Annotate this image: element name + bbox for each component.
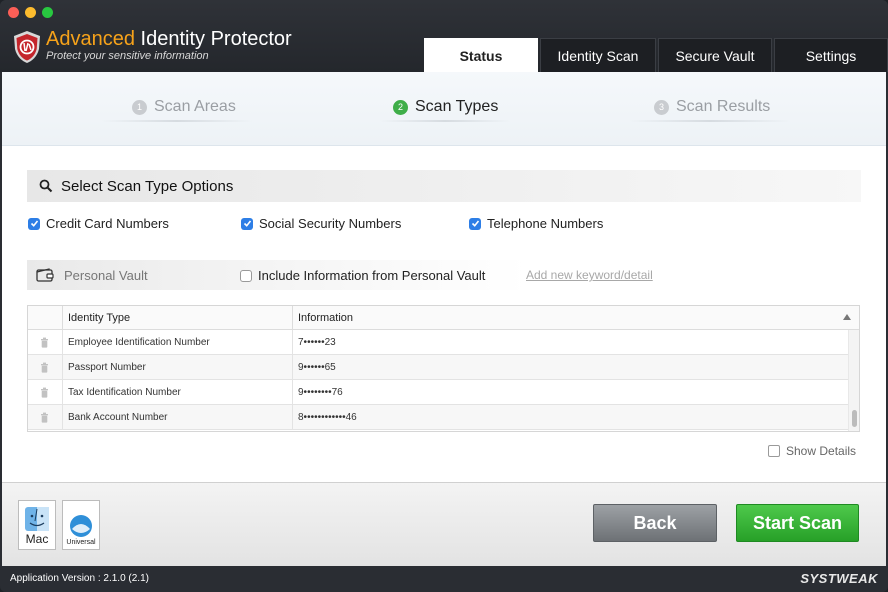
personal-vault-label: Personal Vault: [64, 267, 148, 283]
minimize-window-button[interactable]: [25, 7, 36, 18]
table-header: Identity Type Information: [28, 306, 859, 330]
title-bar: Advanced Identity Protector Protect your…: [0, 0, 888, 72]
column-identity-type[interactable]: Identity Type: [62, 306, 292, 330]
trash-icon[interactable]: [40, 337, 49, 348]
main-tabs: Status Identity Scan Secure Vault Settin…: [424, 38, 888, 72]
universal-icon: [70, 515, 92, 537]
information-cell: 9••••••••76: [292, 380, 848, 405]
step-label: Scan Results: [676, 98, 771, 115]
trash-icon[interactable]: [40, 387, 49, 398]
identity-table: Identity Type Information Employee Ident…: [27, 305, 860, 432]
checkbox-label: Social Security Numbers: [259, 216, 402, 231]
personal-vault-bar: Personal Vault Include Information from …: [27, 260, 861, 290]
identity-type-cell: Passport Number: [62, 355, 292, 380]
step-divider: [102, 120, 252, 122]
universal-badge: Universal: [62, 500, 100, 550]
tab-status[interactable]: Status: [424, 38, 538, 72]
information-cell: 8••••••••••••46: [292, 405, 848, 430]
zoom-window-button[interactable]: [42, 7, 53, 18]
checkbox-checked-icon[interactable]: [28, 217, 40, 230]
step-scan-types: 2 Scan Types: [393, 98, 498, 116]
app-title: Advanced Identity Protector: [46, 28, 292, 51]
status-bar: Application Version : 2.1.0 (2.1) SYSTWE…: [0, 566, 888, 592]
step-number: 1: [132, 99, 147, 115]
footer-bar: Mac Universal Back Start Scan: [2, 482, 886, 566]
scan-type-telephone[interactable]: Telephone Numbers: [469, 216, 603, 231]
checkbox-unchecked-icon[interactable]: [768, 445, 780, 457]
add-keyword-link[interactable]: Add new keyword/detail: [526, 268, 653, 282]
table-row[interactable]: Bank Account Number 8••••••••••••46: [28, 405, 848, 430]
wallet-icon: [36, 268, 54, 282]
table-scrollbar[interactable]: [848, 330, 859, 431]
trash-icon[interactable]: [40, 362, 49, 373]
shield-logo-icon: [14, 31, 40, 63]
checkbox-label: Telephone Numbers: [487, 216, 604, 231]
information-cell: 9••••••65: [292, 355, 848, 380]
tab-settings[interactable]: Settings: [774, 38, 888, 72]
sort-ascending-icon[interactable]: [843, 314, 851, 320]
show-details-option[interactable]: Show Details: [768, 444, 856, 458]
include-vault-option[interactable]: Include Information from Personal Vault: [240, 268, 485, 283]
scan-type-credit-card[interactable]: Credit Card Numbers: [28, 216, 169, 231]
identity-type-cell: Bank Account Number: [62, 405, 292, 430]
close-window-button[interactable]: [8, 7, 19, 18]
table-row[interactable]: Employee Identification Number 7••••••23: [28, 330, 848, 355]
scan-type-ssn[interactable]: Social Security Numbers: [241, 216, 401, 231]
app-title-rest: Identity Protector: [134, 28, 292, 50]
section-title: Select Scan Type Options: [61, 177, 234, 195]
step-number: 3: [654, 99, 669, 115]
app-window: Advanced Identity Protector Protect your…: [0, 0, 888, 592]
step-label: Scan Types: [415, 98, 499, 115]
include-vault-label: Include Information from Personal Vault: [258, 268, 486, 283]
information-cell: 7••••••23: [292, 330, 848, 355]
step-scan-results: 3 Scan Results: [654, 98, 770, 116]
checkbox-unchecked-icon[interactable]: [240, 269, 252, 282]
scrollbar-thumb[interactable]: [852, 410, 857, 427]
app-tagline: Protect your sensitive information: [46, 50, 209, 62]
step-divider: [380, 120, 510, 122]
column-information[interactable]: Information: [292, 306, 859, 330]
main-content: 1 Scan Areas 2 Scan Types 3 Scan Results…: [2, 72, 886, 482]
systweak-logo: SYSTWEAK: [800, 571, 878, 586]
search-icon: [39, 179, 53, 193]
tab-identity-scan[interactable]: Identity Scan: [540, 38, 656, 72]
step-divider: [630, 120, 790, 122]
identity-type-cell: Tax Identification Number: [62, 380, 292, 405]
identity-type-cell: Employee Identification Number: [62, 330, 292, 355]
finder-icon: [25, 507, 49, 531]
step-scan-areas: 1 Scan Areas: [132, 98, 236, 116]
trash-icon[interactable]: [40, 412, 49, 423]
universal-badge-label: Universal: [66, 539, 96, 546]
checkbox-checked-icon[interactable]: [469, 217, 481, 230]
start-scan-button[interactable]: Start Scan: [736, 504, 859, 542]
show-details-label: Show Details: [786, 444, 857, 458]
step-number: 2: [393, 99, 408, 115]
checkbox-label: Credit Card Numbers: [46, 216, 169, 231]
mac-badge: Mac: [18, 500, 56, 550]
table-row[interactable]: Tax Identification Number 9••••••••76: [28, 380, 848, 405]
checkbox-checked-icon[interactable]: [241, 217, 253, 230]
back-button[interactable]: Back: [593, 504, 717, 542]
step-label: Scan Areas: [154, 98, 236, 115]
section-header: Select Scan Type Options: [27, 170, 861, 202]
tab-secure-vault[interactable]: Secure Vault: [658, 38, 772, 72]
table-row[interactable]: Passport Number 9••••••65: [28, 355, 848, 380]
app-title-accent: Advanced: [46, 28, 135, 50]
app-version: Application Version : 2.1.0 (2.1): [10, 573, 149, 584]
mac-badge-label: Mac: [25, 532, 49, 546]
step-indicator: 1 Scan Areas 2 Scan Types 3 Scan Results: [2, 72, 886, 146]
